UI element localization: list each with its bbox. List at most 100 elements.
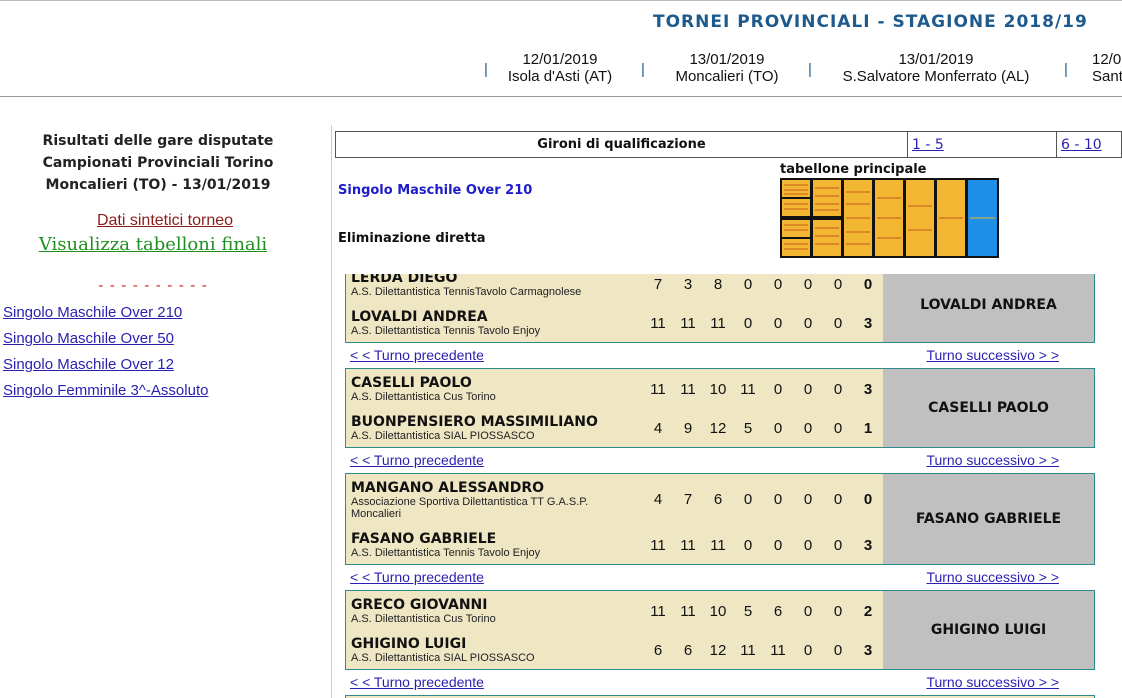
match-total: 3 — [863, 642, 873, 659]
player-name[interactable]: FASANO GABRIELE — [351, 531, 601, 547]
set-score: 4 — [653, 420, 663, 437]
event-bar: | 12/01/2019 Isola d'Asti (AT) | 13/01/2… — [0, 51, 1122, 87]
set-score: 0 — [833, 491, 843, 508]
match-total: 1 — [863, 420, 873, 437]
player-name[interactable]: MANGANO ALESSANDRO — [351, 480, 601, 496]
set-score: 11 — [650, 381, 666, 398]
category-link[interactable]: Singolo Maschile Over 50 — [3, 330, 174, 347]
player-name[interactable]: GRECO GIOVANNI — [351, 597, 601, 613]
event-place: S.Salvatore Monferrato (AL) — [842, 68, 1030, 85]
next-round-link[interactable]: Turno successivo > > — [926, 674, 1059, 690]
next-round-link[interactable]: Turno successivo > > — [926, 452, 1059, 468]
match-card: LERDA DIEGO A.S. Dilettantistica TennisT… — [345, 274, 1095, 343]
previous-round-link[interactable]: < < Turno precedente — [350, 569, 484, 585]
previous-round-link[interactable]: < < Turno precedente — [350, 347, 484, 363]
player-club: Associazione Sportiva Dilettantistica TT… — [351, 496, 589, 520]
set-score: 0 — [773, 537, 783, 554]
set-score: 0 — [743, 315, 753, 332]
match-winner: FASANO GABRIELE — [883, 474, 1094, 564]
set-score: 0 — [833, 315, 843, 332]
final-brackets-link[interactable]: Visualizza tabelloni finali — [0, 234, 306, 255]
match-winner: CASELLI PAOLO — [883, 369, 1094, 447]
previous-round-link[interactable]: < < Turno precedente — [350, 452, 484, 468]
round-navigation: < < Turno precedente Turno successivo > … — [345, 452, 1095, 470]
event-date: 13/01/2019 — [898, 51, 974, 68]
event-date: 13/01/2019 — [689, 51, 765, 68]
tournament-data-link[interactable]: Dati sintetici torneo — [0, 212, 330, 230]
previous-round-link[interactable]: < < Turno precedente — [350, 674, 484, 690]
match-total: 3 — [863, 381, 873, 398]
match-total: 0 — [863, 276, 873, 293]
groups-6-10-link[interactable]: 6 - 10 — [1061, 132, 1102, 159]
match-winner: GHIGINO LUIGI — [883, 591, 1094, 669]
set-score: 0 — [803, 537, 813, 554]
set-score: 11 — [740, 381, 756, 398]
set-score: 0 — [803, 491, 813, 508]
event-item[interactable]: 13/01/2019 S.Salvatore Monferrato (AL) — [836, 51, 1036, 85]
player-club: A.S. Dilettantistica TennisTavolo Carmag… — [351, 286, 582, 298]
divider — [1056, 132, 1057, 157]
column-divider — [331, 125, 332, 698]
event-separator: | — [808, 61, 812, 78]
category-link[interactable]: Singolo Maschile Over 210 — [3, 304, 182, 321]
set-score: 10 — [709, 603, 727, 620]
match-total: 0 — [863, 491, 873, 508]
bracket-thumbnail-icon[interactable] — [780, 178, 1000, 258]
set-score: 0 — [743, 537, 753, 554]
set-score: 11 — [710, 537, 726, 554]
results-title-line: Campionati Provinciali Torino — [42, 155, 274, 171]
set-score: 5 — [743, 420, 753, 437]
set-score: 7 — [683, 491, 693, 508]
set-score: 9 — [683, 420, 693, 437]
results-title-line: Risultati delle gare disputate — [42, 133, 274, 149]
player-name[interactable]: LERDA DIEGO — [351, 274, 601, 286]
event-date: 12/01/2019 — [522, 51, 598, 68]
set-score: 10 — [709, 381, 727, 398]
player-name[interactable]: GHIGINO LUIGI — [351, 636, 601, 652]
player-entry: LERDA DIEGO A.S. Dilettantistica TennisT… — [351, 274, 601, 298]
set-score: 11 — [710, 315, 726, 332]
results-title-line: Moncalieri (TO) - 13/01/2019 — [45, 177, 271, 193]
set-score: 11 — [650, 537, 666, 554]
results-title: Risultati delle gare disputate Campionat… — [0, 130, 316, 196]
set-score: 5 — [743, 603, 753, 620]
groups-1-5-link[interactable]: 1 - 5 — [912, 132, 944, 159]
event-item[interactable]: 12/01/2019 Isola d'Asti (AT) — [490, 51, 630, 85]
set-score: 0 — [743, 276, 753, 293]
set-score: 0 — [743, 491, 753, 508]
set-score: 11 — [680, 537, 696, 554]
player-club: A.S. Dilettantistica Cus Torino — [351, 613, 496, 625]
player-entry: LOVALDI ANDREA A.S. Dilettantistica Tenn… — [351, 309, 601, 337]
set-score: 11 — [650, 603, 666, 620]
player-entry: CASELLI PAOLO A.S. Dilettantistica Cus T… — [351, 375, 601, 403]
set-score: 12 — [709, 420, 727, 437]
player-club: A.S. Dilettantistica Cus Torino — [351, 391, 496, 403]
category-link[interactable]: Singolo Maschile Over 12 — [3, 356, 174, 373]
event-place: Moncalieri (TO) — [675, 68, 779, 85]
set-score: 8 — [713, 276, 723, 293]
match-total: 2 — [863, 603, 873, 620]
player-name[interactable]: BUONPENSIERO MASSIMILIANO — [351, 414, 601, 430]
next-round-link[interactable]: Turno successivo > > — [926, 347, 1059, 363]
set-score: 4 — [653, 491, 663, 508]
player-name[interactable]: LOVALDI ANDREA — [351, 309, 601, 325]
divider: - - - - - - - - - - — [98, 278, 208, 294]
next-round-link[interactable]: Turno successivo > > — [926, 569, 1059, 585]
set-score: 6 — [683, 642, 693, 659]
event-item[interactable]: 12/0 Sant — [1092, 51, 1122, 85]
set-score: 0 — [773, 381, 783, 398]
set-score: 6 — [653, 642, 663, 659]
set-score: 3 — [683, 276, 693, 293]
round-navigation: < < Turno precedente Turno successivo > … — [345, 674, 1095, 692]
event-place: Isola d'Asti (AT) — [507, 68, 613, 85]
set-score: 11 — [680, 315, 696, 332]
player-club: A.S. Dilettantistica SIAL PIOSSASCO — [351, 430, 535, 442]
site-title: TORNEI PROVINCIALI - STAGIONE 2018/19 — [653, 12, 1088, 32]
player-name[interactable]: CASELLI PAOLO — [351, 375, 601, 391]
player-entry: MANGANO ALESSANDRO Associazione Sportiva… — [351, 480, 601, 520]
event-item[interactable]: 13/01/2019 Moncalieri (TO) — [657, 51, 797, 85]
match-total: 3 — [863, 537, 873, 554]
player-club: A.S. Dilettantistica SIAL PIOSSASCO — [351, 652, 535, 664]
set-score: 0 — [773, 315, 783, 332]
category-link[interactable]: Singolo Femminile 3^-Assoluto — [3, 382, 208, 399]
